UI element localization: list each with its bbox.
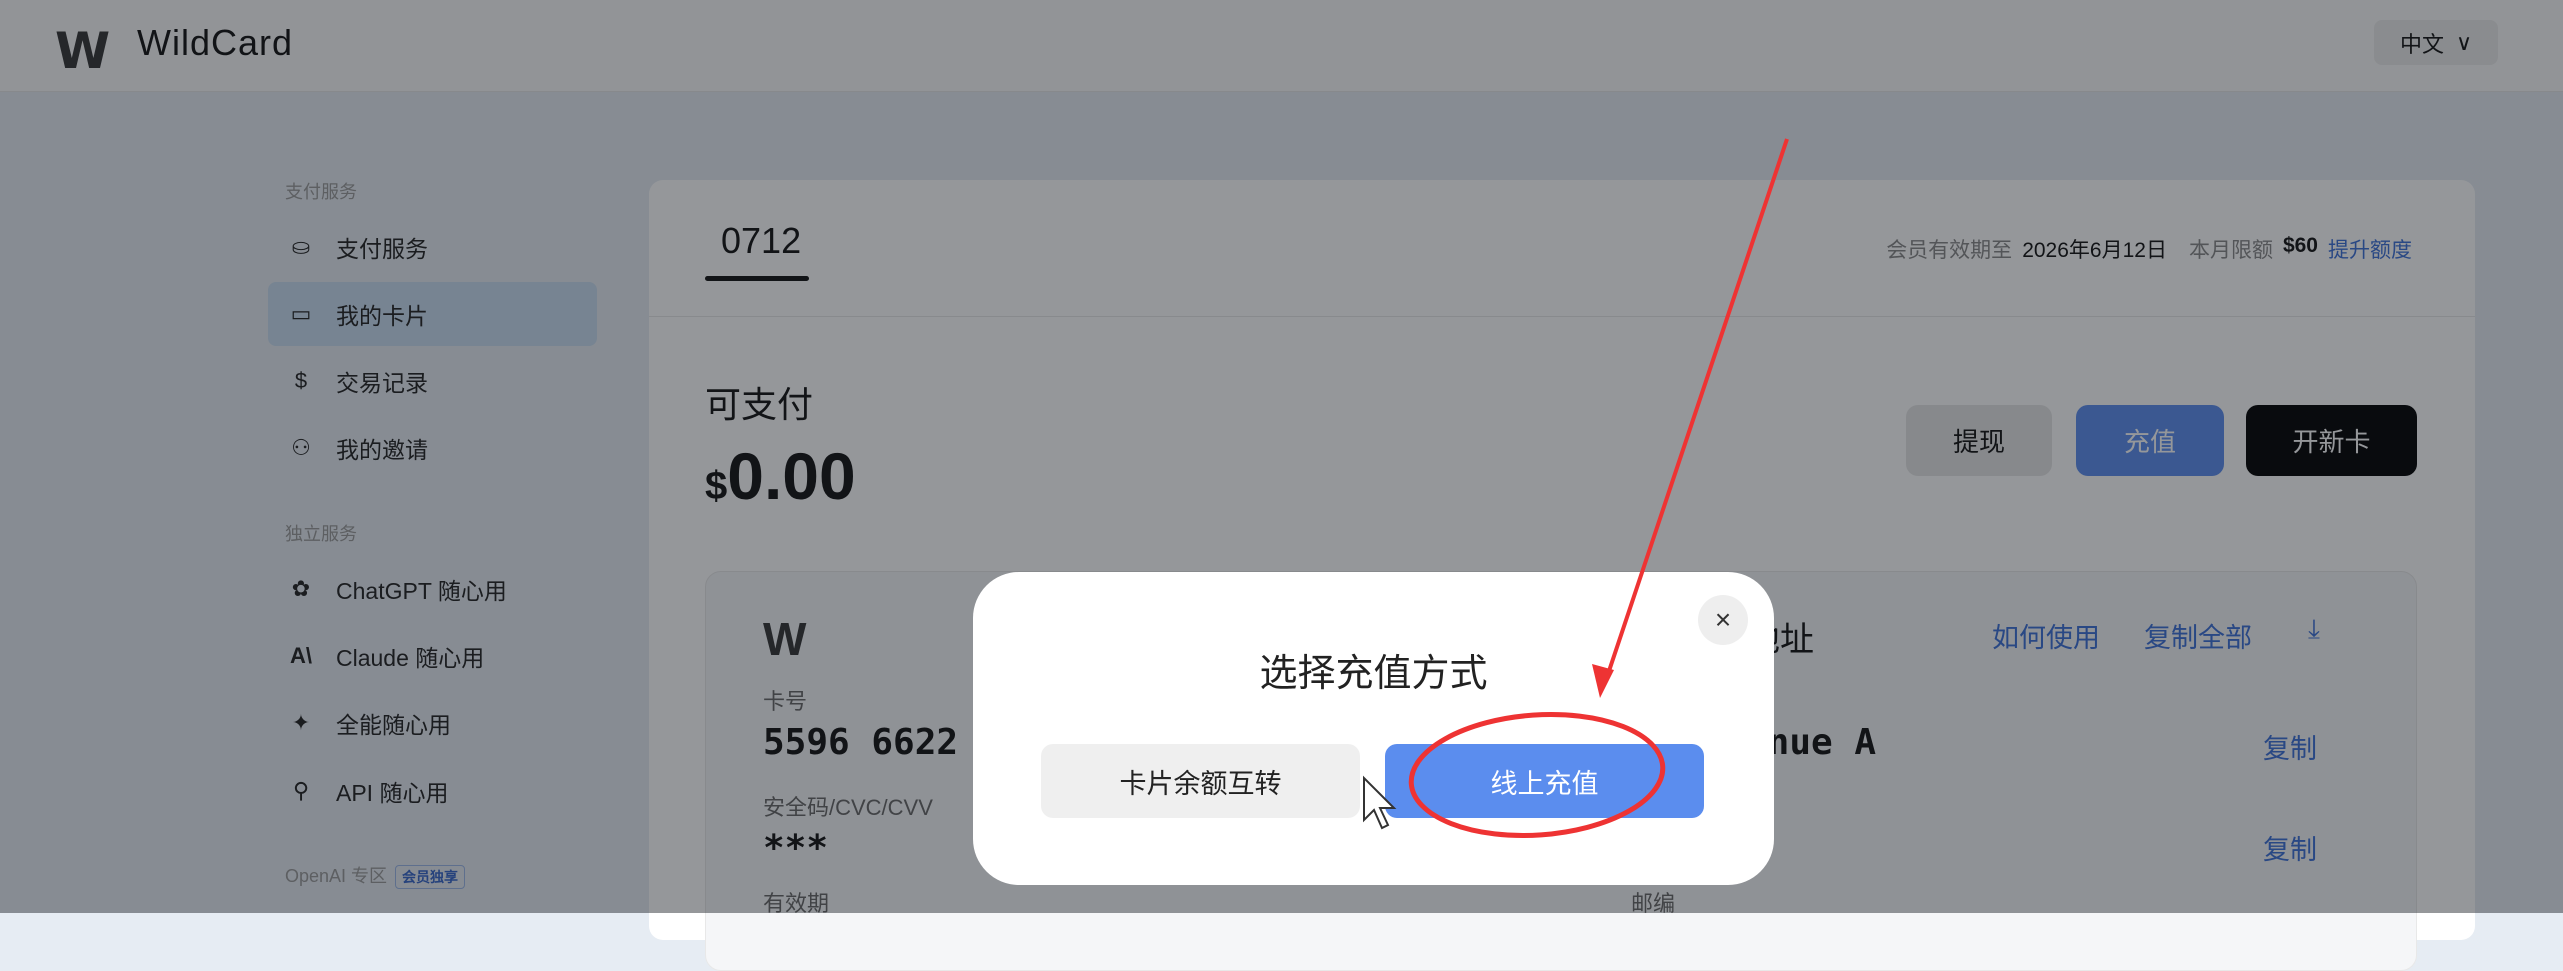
- annotation-layer: [1363, 138, 1789, 838]
- annotation-circle: [1408, 712, 1666, 838]
- mouse-cursor-icon: [1363, 775, 1397, 830]
- annotation-arrow: [1604, 138, 1789, 681]
